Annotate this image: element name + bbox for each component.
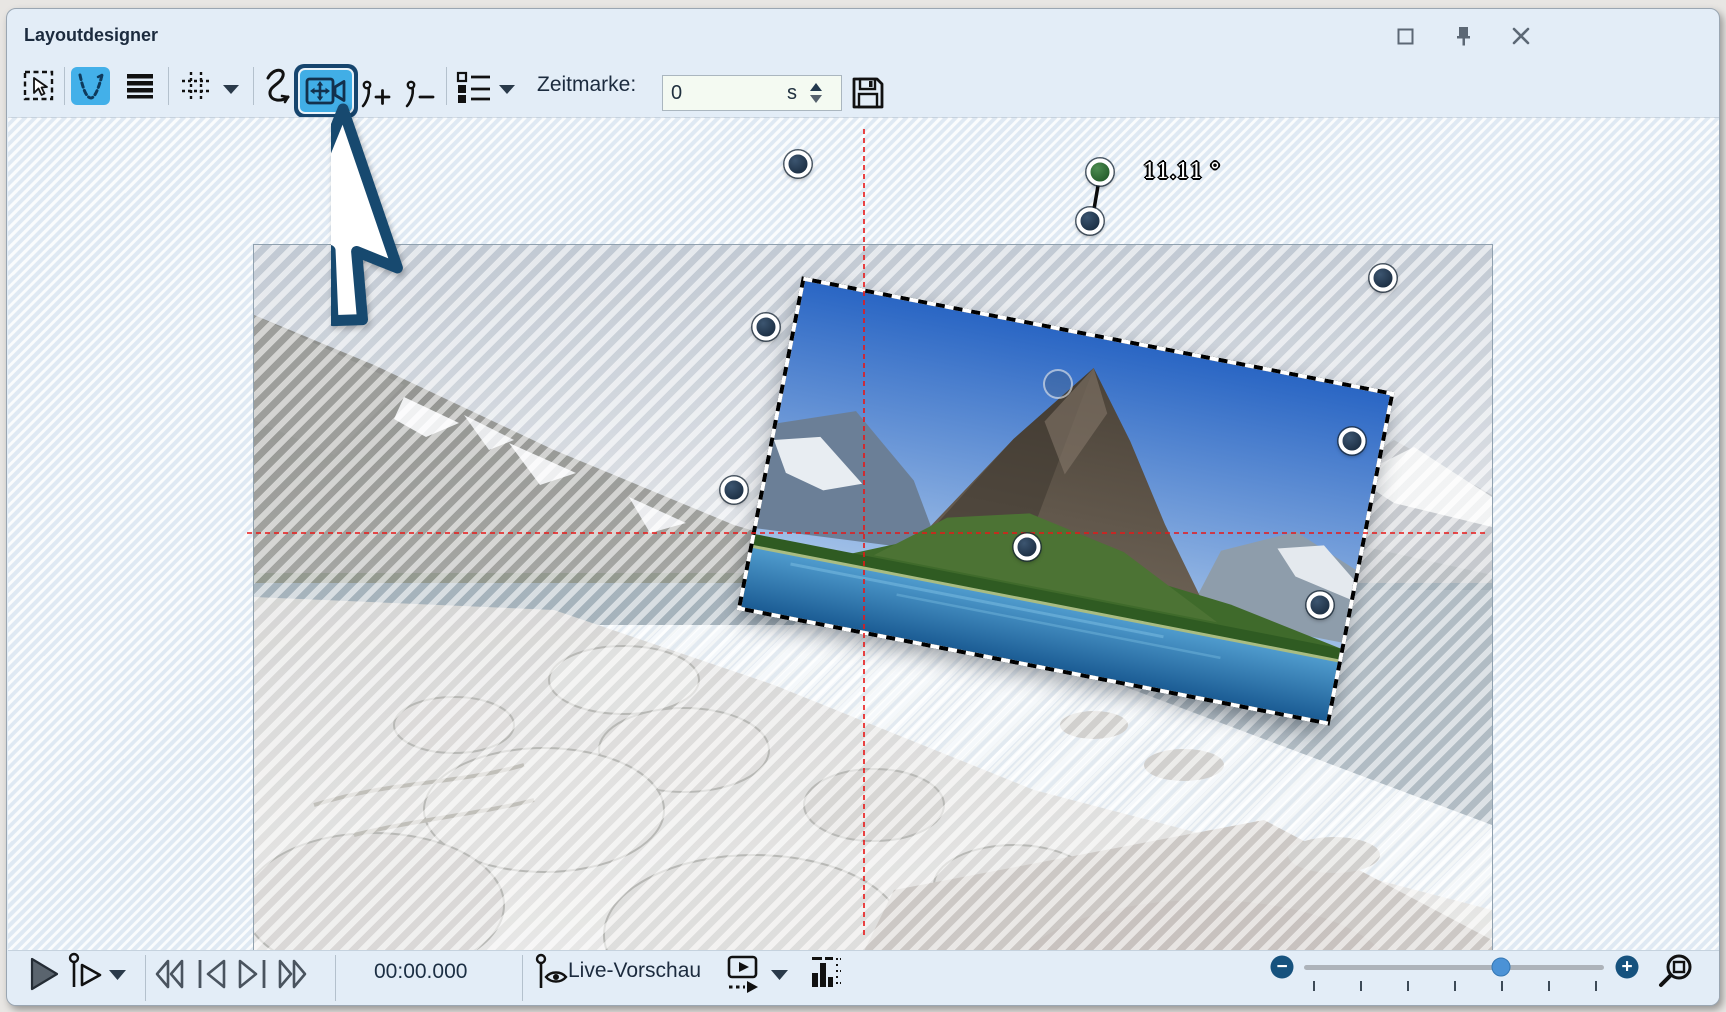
- pin-button[interactable]: [1449, 23, 1479, 49]
- resize-handle-left-middle[interactable]: [753, 314, 780, 341]
- motion-path-icon: [261, 66, 295, 106]
- spinner-down-button[interactable]: [810, 95, 822, 103]
- zoom-slider-track[interactable]: [1304, 965, 1604, 970]
- canvas-background: [8, 117, 1719, 951]
- maximize-button[interactable]: [1390, 23, 1420, 49]
- resize-handle-right-middle[interactable]: [1339, 428, 1366, 455]
- play-from-marker-icon: [67, 951, 105, 993]
- resize-handle-bottom-right[interactable]: [1307, 592, 1334, 619]
- preview-window-button[interactable]: [723, 951, 763, 997]
- object-list-dropdown[interactable]: [496, 79, 518, 99]
- zeitmarke-label: Zeitmarke:: [537, 73, 636, 97]
- save-button[interactable]: [848, 73, 888, 113]
- preview-options-dropdown[interactable]: [767, 963, 791, 985]
- play-options-dropdown[interactable]: [105, 963, 129, 985]
- grid-button[interactable]: [177, 67, 215, 105]
- play-icon: [29, 957, 59, 991]
- rotation-handle[interactable]: [1087, 159, 1114, 186]
- camera-pan-button[interactable]: [294, 64, 358, 118]
- resize-handle-top-right[interactable]: [1370, 265, 1397, 292]
- toolbar-separator: [168, 67, 169, 105]
- zeitmarke-input[interactable]: [663, 82, 767, 105]
- add-keyframe-icon: [360, 78, 392, 112]
- resize-handle-top-middle[interactable]: [1077, 208, 1104, 235]
- layers-button[interactable]: [121, 67, 159, 105]
- forward-button[interactable]: [273, 953, 311, 995]
- levels-button[interactable]: [807, 951, 843, 995]
- object-list-button[interactable]: [454, 69, 494, 105]
- zeitmarke-field: s: [662, 75, 842, 111]
- skip-end-icon: [236, 958, 268, 990]
- edit-curve-icon: [75, 70, 107, 102]
- layers-icon: [124, 71, 156, 101]
- object-center-handle[interactable]: [1043, 369, 1073, 399]
- forward-icon: [275, 958, 309, 990]
- resize-handle-top-left[interactable]: [785, 151, 812, 178]
- skip-to-end-button[interactable]: [233, 953, 271, 995]
- chevron-down-icon: [499, 84, 515, 94]
- live-preview-label: Live-Vorschau: [568, 959, 701, 983]
- add-keyframe-button[interactable]: [359, 77, 393, 113]
- levels-icon: [809, 953, 841, 993]
- select-tool-icon: [23, 70, 55, 102]
- skip-to-start-button[interactable]: [193, 953, 231, 995]
- zoom-out-button[interactable]: −: [1271, 956, 1294, 979]
- window-title: Layoutdesigner: [24, 25, 158, 46]
- screenshot-stage: Layoutdesigner: [0, 0, 1726, 1012]
- resize-handle-bottom-middle[interactable]: [1014, 534, 1041, 561]
- chevron-down-icon: [223, 84, 239, 94]
- time-display: 00:00.000: [374, 960, 480, 984]
- rewind-button[interactable]: [151, 953, 189, 995]
- grid-icon: [179, 69, 213, 103]
- zoom-in-button[interactable]: +: [1616, 956, 1639, 979]
- zoom-fit-icon: [1655, 951, 1695, 991]
- chevron-down-icon: [109, 969, 126, 980]
- close-icon: [1512, 27, 1530, 45]
- transport-separator: [522, 955, 523, 1001]
- live-preview-pin-eye-icon: [534, 952, 568, 994]
- toolbar-separator: [64, 67, 65, 105]
- toolbar-separator: [253, 67, 254, 105]
- pin-icon: [1455, 26, 1473, 46]
- zoom-slider-thumb[interactable]: [1492, 958, 1511, 977]
- close-button[interactable]: [1506, 23, 1536, 49]
- grid-dropdown[interactable]: [220, 79, 242, 99]
- skip-start-icon: [196, 958, 228, 990]
- maximize-icon: [1397, 28, 1414, 45]
- chevron-down-icon: [771, 969, 788, 980]
- edit-curve-tool-button[interactable]: [71, 67, 110, 105]
- remove-keyframe-icon: [404, 78, 436, 112]
- rewind-icon: [153, 958, 187, 990]
- zoom-fit-button[interactable]: [1653, 949, 1697, 993]
- spinner-up-button[interactable]: [810, 83, 822, 91]
- zeitmarke-unit: s: [767, 82, 797, 105]
- save-icon: [850, 75, 886, 111]
- toolbar-separator: [446, 67, 447, 105]
- select-tool-button[interactable]: [21, 67, 57, 105]
- object-list-icon: [456, 71, 492, 103]
- preview-window-icon: [725, 954, 761, 994]
- live-preview-toggle[interactable]: [533, 951, 569, 995]
- transport-separator: [145, 955, 146, 1001]
- transport-separator: [335, 955, 336, 1001]
- remove-keyframe-button[interactable]: [403, 77, 437, 113]
- play-from-timemark-button[interactable]: [65, 949, 107, 995]
- camera-pan-icon: [305, 75, 347, 107]
- resize-handle-bottom-left[interactable]: [721, 477, 748, 504]
- motion-path-button[interactable]: [260, 65, 296, 107]
- rotation-angle-label: 11.11 °: [1143, 159, 1220, 183]
- layoutdesigner-window: Layoutdesigner: [6, 8, 1720, 1006]
- play-button[interactable]: [25, 953, 63, 995]
